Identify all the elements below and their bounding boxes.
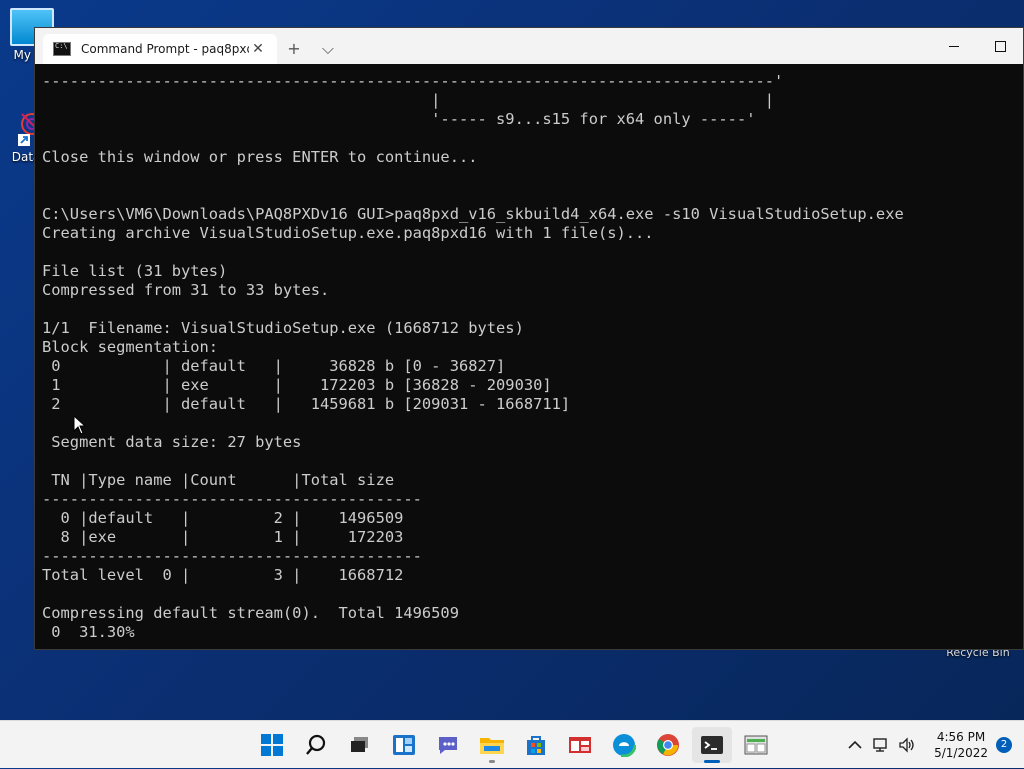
close-tab-icon[interactable]: ✕ [249, 41, 267, 57]
maximize-button[interactable] [977, 28, 1023, 64]
speaker-icon [899, 737, 914, 753]
chrome-icon [657, 734, 679, 756]
chevron-up-icon [848, 740, 862, 749]
notification-badge[interactable]: 2 [996, 737, 1012, 753]
chat-button[interactable] [428, 727, 468, 763]
console-line: Total level 0 | 3 | 1668712 [42, 566, 404, 584]
red-app-button[interactable] [560, 727, 600, 763]
mouse-pointer-icon [73, 415, 87, 435]
folder-icon [480, 738, 504, 754]
title-bar[interactable]: Command Prompt - paq8pxd_v ✕ + ⌵ [35, 28, 1023, 64]
console-line: ----------------------------------------… [42, 547, 422, 565]
console-line: File list (31 bytes) [42, 262, 228, 280]
maximize-icon [994, 40, 1006, 52]
minimize-button[interactable] [931, 28, 977, 64]
search-icon [306, 734, 326, 755]
start-button[interactable] [252, 727, 292, 763]
minimize-icon [949, 45, 959, 47]
console-line: Segment data size: 27 bytes [42, 433, 302, 451]
taskbar: 4:56 PM 5/1/2022 2 [0, 720, 1024, 768]
teams-chat-icon [439, 737, 457, 754]
search-button[interactable] [296, 727, 336, 763]
console-line: C:\Users\VM6\Downloads\PAQ8PXDv16 GUI>pa… [42, 205, 904, 223]
console-line: ----------------------------------------… [42, 490, 422, 508]
misc-app-button[interactable] [736, 727, 776, 763]
taskbar-apps [252, 727, 776, 763]
console-line: 1/1 Filename: VisualStudioSetup.exe (166… [42, 319, 524, 337]
widgets-button[interactable] [384, 727, 424, 763]
volume-button[interactable] [894, 731, 920, 759]
console-line: Close this window or press ENTER to cont… [42, 148, 478, 166]
new-tab-button[interactable]: + [277, 34, 311, 64]
network-icon [873, 738, 887, 752]
task-view-icon [351, 737, 368, 752]
console-line: '----- s9...s15 for x64 only -----' [42, 110, 756, 128]
terminal-icon [701, 736, 723, 754]
widgets-icon [393, 735, 415, 755]
window-controls [931, 28, 1023, 64]
tab-title: Command Prompt - paq8pxd_v [81, 42, 249, 56]
console-line: 2 | default | 1459681 b [209031 - 166871… [42, 395, 571, 413]
store-icon [527, 736, 545, 755]
console-line: Compressing default stream(0). Total 149… [42, 604, 459, 622]
terminal-window: Command Prompt - paq8pxd_v ✕ + ⌵ -------… [34, 27, 1024, 650]
clock-time: 4:56 PM [936, 730, 986, 744]
microsoft-store-button[interactable] [516, 727, 556, 763]
active-indicator [704, 760, 720, 763]
console-output[interactable]: ----------------------------------------… [35, 64, 1023, 649]
windows-logo-icon [261, 734, 283, 756]
app-window-icon [569, 737, 591, 753]
system-tray: 4:56 PM 5/1/2022 2 [842, 721, 1024, 769]
terminal-button[interactable] [692, 727, 732, 763]
running-indicator [489, 760, 495, 763]
clock-date: 5/1/2022 [934, 746, 988, 760]
console-line: Creating archive VisualStudioSetup.exe.p… [42, 224, 654, 242]
edge-button[interactable] [604, 727, 644, 763]
show-hidden-icons-button[interactable] [842, 731, 868, 759]
clock[interactable]: 4:56 PM 5/1/2022 [934, 729, 988, 761]
edge-icon [612, 733, 636, 757]
console-line: Block segmentation: [42, 338, 219, 356]
tab-command-prompt[interactable]: Command Prompt - paq8pxd_v ✕ [43, 34, 277, 64]
console-line: TN |Type name |Count |Total size [42, 471, 395, 489]
command-prompt-icon [53, 42, 71, 56]
task-view-button[interactable] [340, 727, 380, 763]
console-line: 0 |default | 2 | 1496509 [42, 509, 404, 527]
network-button[interactable] [868, 731, 894, 759]
console-line: Compressed from 31 to 33 bytes. [42, 281, 330, 299]
console-line: 1 | exe | 172203 b [36828 - 209030] [42, 376, 552, 394]
console-line: 8 |exe | 1 | 172203 [42, 528, 404, 546]
chrome-button[interactable] [648, 727, 688, 763]
console-line: | | [42, 91, 775, 109]
console-line: ----------------------------------------… [42, 72, 784, 90]
console-line: 0 | default | 36828 b [0 - 36827] [42, 357, 506, 375]
tab-dropdown-button[interactable]: ⌵ [311, 34, 345, 64]
file-explorer-button[interactable] [472, 727, 512, 763]
console-line: 0 31.30% [42, 623, 135, 641]
app-window-icon [744, 735, 768, 755]
